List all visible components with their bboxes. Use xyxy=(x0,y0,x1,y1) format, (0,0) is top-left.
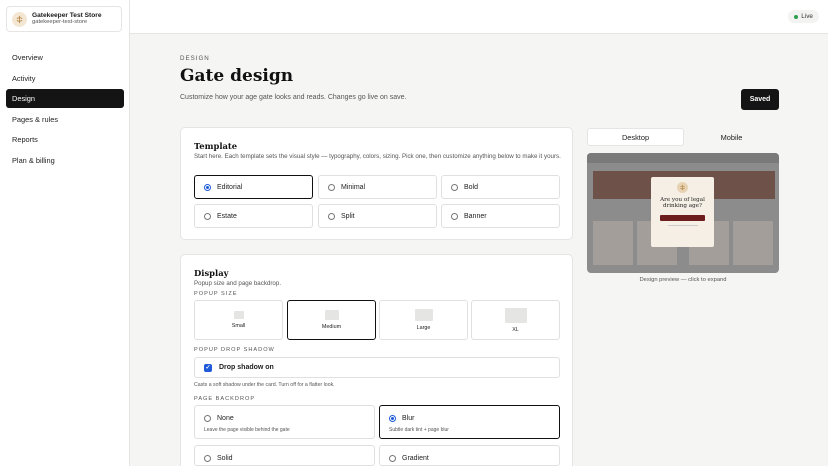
preview-decline-link xyxy=(667,224,698,227)
radio-icon xyxy=(328,212,335,220)
template-option-label: Bold xyxy=(464,183,479,191)
preview-nav-bar xyxy=(587,153,779,163)
live-status-label: Live xyxy=(801,13,813,20)
backdrop-section-label: PAGE BACKDROP xyxy=(194,396,256,402)
backdrop-option-label: Solid xyxy=(217,455,233,462)
size-preview-small xyxy=(233,311,244,319)
sidebar: Gatekeeper Test Store gatekeeper-test-st… xyxy=(0,0,130,466)
template-option-label: Split xyxy=(341,212,355,220)
page-eyebrow: DESIGN xyxy=(180,55,210,62)
sidebar-item-design[interactable]: Design xyxy=(6,89,124,109)
drop-shadow-checkbox[interactable]: ✓ Drop shadow on xyxy=(194,357,560,378)
preview-tabs: Desktop Mobile xyxy=(587,128,779,146)
template-option-label: Editorial xyxy=(217,183,243,191)
size-preview-large xyxy=(414,309,433,321)
backdrop-option-blur[interactable]: Blur Subtle dark tint + page blur xyxy=(379,405,560,439)
size-option-xl[interactable]: XL xyxy=(471,300,560,340)
size-option-label: Medium xyxy=(321,324,342,330)
preview-tile xyxy=(733,221,773,265)
template-option-banner[interactable]: Banner xyxy=(441,204,560,228)
tab-mobile[interactable]: Mobile xyxy=(684,128,779,146)
template-option-label: Estate xyxy=(217,212,237,220)
sidebar-nav: Overview Activity Design Pages & rules R… xyxy=(6,48,124,172)
shadow-hint: Casts a soft shadow under the card. Turn… xyxy=(194,382,335,388)
radio-selected-icon xyxy=(389,415,396,422)
radio-icon xyxy=(328,183,335,191)
size-option-label: Large xyxy=(416,325,431,331)
size-option-label: Small xyxy=(231,323,246,329)
preview-confirm-button xyxy=(660,214,705,221)
preview-caption: Design preview — click to expand xyxy=(639,277,727,283)
radio-icon xyxy=(204,212,211,220)
sidebar-item-pages-rules[interactable]: Pages & rules xyxy=(6,110,124,129)
template-option-split[interactable]: Split xyxy=(318,204,437,228)
preview-tile xyxy=(593,221,633,265)
sidebar-item-reports[interactable]: Reports xyxy=(6,130,124,149)
size-preview-xl xyxy=(504,307,527,323)
sidebar-item-overview[interactable]: Overview xyxy=(6,48,124,67)
tab-desktop[interactable]: Desktop xyxy=(587,128,684,146)
radio-selected-icon xyxy=(204,183,211,191)
page-subtitle: Customize how your age gate looks and re… xyxy=(180,94,407,101)
template-option-label: Minimal xyxy=(341,183,366,191)
radio-icon xyxy=(204,455,211,462)
backdrop-option-label: Gradient xyxy=(402,455,429,462)
size-option-small[interactable]: Small xyxy=(194,300,283,340)
template-title: Template xyxy=(194,141,238,151)
display-title: Display xyxy=(194,268,229,278)
radio-icon xyxy=(451,212,458,220)
backdrop-option-none[interactable]: None Leave the page visible behind the g… xyxy=(194,405,375,439)
size-option-large[interactable]: Large xyxy=(379,300,468,340)
template-description: Start here. Each template sets the visua… xyxy=(194,153,561,160)
save-button[interactable]: Saved xyxy=(741,89,779,110)
preview-logo-icon xyxy=(677,182,688,193)
template-option-estate[interactable]: Estate xyxy=(194,204,313,228)
backdrop-option-solid[interactable]: Solid xyxy=(194,445,375,466)
display-description: Popup size and page backdrop. xyxy=(194,280,282,287)
drop-shadow-label: Drop shadow on xyxy=(219,364,274,371)
popup-size-label: POPUP SIZE xyxy=(194,291,238,297)
radio-icon xyxy=(204,415,211,422)
radio-icon xyxy=(389,455,396,462)
backdrop-option-sub: Leave the page visible behind the gate xyxy=(204,427,290,433)
preview-modal-question: Are you of legal drinking age? xyxy=(660,197,705,210)
size-option-medium[interactable]: Medium xyxy=(287,300,376,340)
shadow-section-label: POPUP DROP SHADOW xyxy=(194,347,275,353)
live-dot-icon xyxy=(794,14,799,19)
template-option-minimal[interactable]: Minimal xyxy=(318,175,437,199)
size-option-label: XL xyxy=(512,326,519,333)
store-name: Gatekeeper Test Store xyxy=(32,12,102,20)
checkbox-checked-icon: ✓ xyxy=(204,363,212,372)
store-switcher[interactable]: Gatekeeper Test Store gatekeeper-test-st… xyxy=(6,6,122,32)
preview-modal: Are you of legal drinking age? xyxy=(651,177,714,247)
backdrop-option-gradient[interactable]: Gradient xyxy=(379,445,560,466)
store-text: Gatekeeper Test Store gatekeeper-test-st… xyxy=(32,12,102,26)
sidebar-item-activity[interactable]: Activity xyxy=(6,69,124,88)
template-option-bold[interactable]: Bold xyxy=(441,175,560,199)
live-status-badge: Live xyxy=(788,10,819,23)
topbar: Live xyxy=(130,0,828,34)
page-title: Gate design xyxy=(180,66,294,86)
backdrop-option-label: None xyxy=(217,415,234,422)
backdrop-option-label: Blur xyxy=(402,415,415,422)
store-handle: gatekeeper-test-store xyxy=(32,19,88,26)
template-option-label: Banner xyxy=(464,212,487,220)
size-preview-medium xyxy=(324,310,339,320)
sidebar-item-plan-billing[interactable]: Plan & billing xyxy=(6,151,124,170)
template-option-editorial[interactable]: Editorial xyxy=(194,175,313,199)
radio-icon xyxy=(451,183,458,191)
backdrop-option-sub: Subtle dark tint + page blur xyxy=(389,427,449,433)
store-logo-icon xyxy=(12,11,27,27)
